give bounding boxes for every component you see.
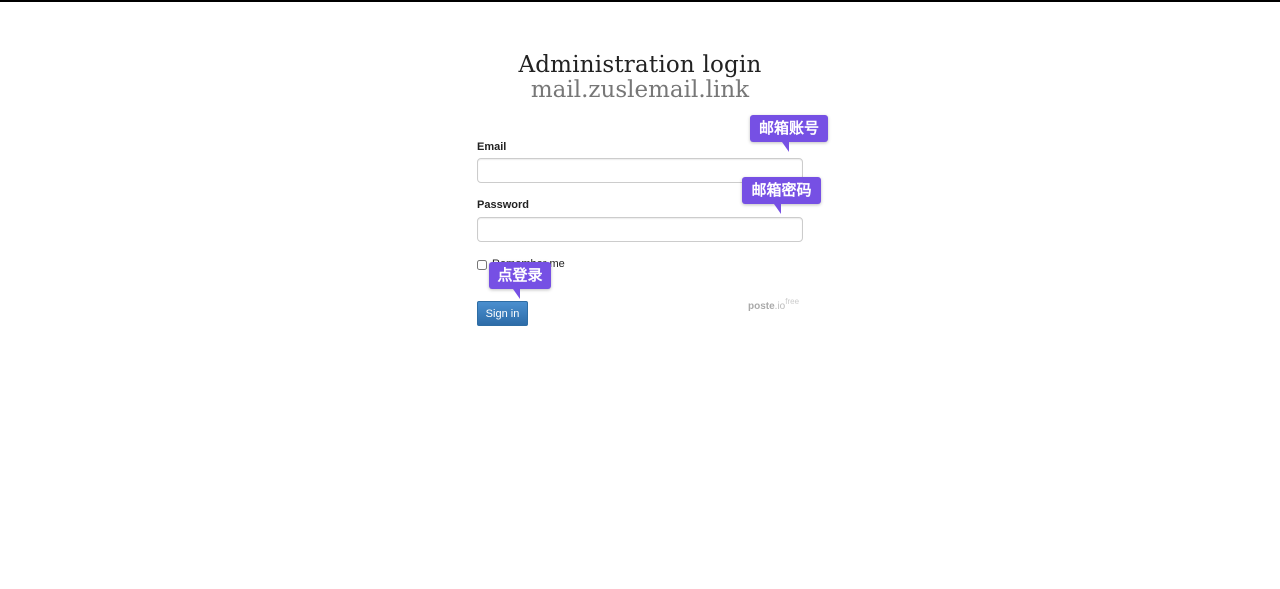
server-hostname: mail.zuslemail.link [530,77,750,103]
password-field[interactable] [477,217,803,242]
password-label: Password [477,199,529,211]
password-annotation-text: 邮箱密码 [751,181,812,199]
remember-me-checkbox[interactable] [477,260,487,270]
brand-tld: .io [774,301,786,312]
sign-in-button[interactable]: Sign in [477,301,528,326]
password-annotation-pointer [774,204,781,214]
signin-annotation-text: 点登录 [497,266,543,284]
poste-io-logo: poste.iofree [748,297,799,312]
window-top-border [0,0,1280,2]
email-label: Email [477,141,507,153]
brand-name: poste [748,301,775,312]
page-title: Administration login [518,52,762,78]
signin-annotation-tip: 点登录 [489,262,551,299]
email-annotation-text: 邮箱账号 [758,119,819,137]
email-annotation-tip: 邮箱账号 [750,115,828,152]
signin-annotation-pointer [513,289,520,299]
email-annotation-pointer [782,142,789,152]
password-annotation-tip: 邮箱密码 [742,177,821,214]
brand-edition: free [785,297,800,306]
